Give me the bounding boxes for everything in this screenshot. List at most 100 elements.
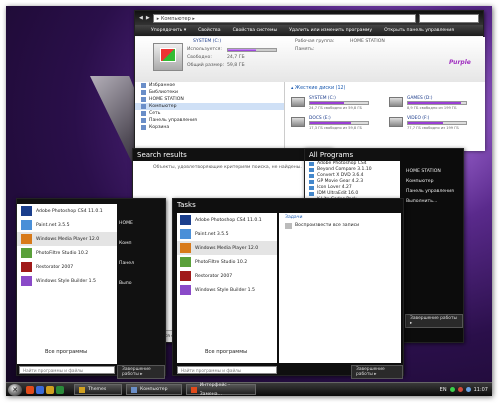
list-item[interactable]: Adobe Photoshop CS4 11.0.1 [177,213,277,227]
play-all-task[interactable]: Воспроизвести все записи [285,223,395,229]
organize-button[interactable]: Упорядочить ▾ [151,28,186,33]
photoshop-icon [180,215,191,225]
paint-icon [21,220,32,230]
ie-icon[interactable] [36,385,44,394]
photoshop-icon [21,206,32,216]
network-icon[interactable] [449,387,455,392]
link-control-panel[interactable]: Панель управления [400,187,465,197]
usage-bar [227,48,277,52]
style-builder-icon [21,276,32,286]
start-right-computer[interactable]: Комп [119,241,132,246]
back-icon[interactable]: ◀ [139,15,143,21]
drive-free: 17,3 ГБ свободно из 59,8 ГБ [309,126,363,130]
list-item[interactable]: Adobe Photoshop CS4 11.0.1 [17,204,117,218]
volume-icon[interactable] [465,387,471,392]
all-programs-link[interactable]: Все программы [45,349,87,355]
taskbar-button-computer[interactable]: Компьютер [126,384,182,395]
tasks-window: Tasks Adobe Photoshop CS4 11.0.1 Paint.n… [172,198,404,379]
start-menu: Adobe Photoshop CS4 11.0.1 Paint.net 3.5… [16,198,166,379]
drive-item[interactable]: VIDEO (F:) 77,7 ГБ свободно из 199 ГБ [389,116,475,130]
workgroup-value: HOME STATION [350,39,385,44]
link-home-station[interactable]: HOME STATION [400,167,465,177]
nav-item-recycle-bin[interactable]: Корзина [135,124,284,131]
style-builder-icon [180,285,191,295]
drive-icon [389,117,403,127]
drive-item[interactable]: GAMES (D:) 8,9 ГБ свободно из 199 ГБ [389,96,475,110]
link-computer[interactable]: Компьютер [400,177,465,187]
drive-bar [407,121,467,125]
taskbar-button-browser[interactable]: Интерфейс - Заменa... [186,383,256,397]
nav-item-homegroup[interactable]: HOME STATION [135,96,284,103]
list-item[interactable]: Paint.net 3.5.5 [17,218,117,232]
properties-button[interactable]: Свойства [198,28,220,33]
search-input[interactable] [419,13,479,23]
drive-free: 24,7 ГБ свободно из 59,8 ГБ [309,106,363,110]
uninstall-button[interactable]: Удалить или изменить программу [289,28,372,33]
explorer-window: ◀ ▶ ▸ Компьютер ▸ Упорядочить ▾ Свойства… [134,10,485,151]
folder-icon[interactable] [46,385,54,394]
control-panel-button[interactable]: Открыть панель управления [384,28,454,33]
nav-item-favorites[interactable]: Избранное [135,82,284,89]
system-properties-button[interactable]: Свойства системы [233,28,278,33]
firefox-icon[interactable] [26,385,34,394]
taskbar: ✕ Themes Компьютер Интерфейс - Заменa...… [6,382,492,397]
start-right-run[interactable]: Выпо [119,281,132,286]
address-field[interactable]: ▸ Компьютер ▸ [152,13,416,23]
list-item[interactable]: Restorator 2007 [177,269,277,283]
address-bar: ◀ ▶ ▸ Компьютер ▸ [135,11,483,25]
start-right-panel[interactable]: Панел [119,261,134,266]
memory-label: Память: [295,47,315,52]
clock[interactable]: 11:07 [474,387,488,393]
language-indicator[interactable]: EN [440,387,447,393]
tasks-title: Tasks [177,201,196,209]
drive-item[interactable]: SYSTEM (C:) 24,7 ГБ свободно из 59,8 ГБ [291,96,377,110]
drive-bar [309,121,369,125]
shutdown-button[interactable]: Завершение работы ▸ [405,314,463,328]
nav-item-control-panel[interactable]: Панель управления [135,117,284,124]
start-programs-pane: Adobe Photoshop CS4 11.0.1 Paint.net 3.5… [17,204,117,364]
details-pane: SYSTEM (C:) Используется: Свободно: 24,7… [135,37,485,82]
nav-item-libraries[interactable]: Библиотеки [135,89,284,96]
list-item[interactable]: PhotoFiltre Studio 10.2 [17,246,117,260]
free-label: Свободно: [187,55,212,60]
list-item[interactable]: PhotoFiltre Studio 10.2 [177,255,277,269]
total-value: 59,8 ГБ [227,63,245,68]
nav-item-network[interactable]: Сеть [135,110,284,117]
all-programs-title: All Programs [305,149,400,161]
link-run[interactable]: Выполнить... [400,197,465,207]
group-header[interactable]: ▴ Жесткие диски (12) [291,86,479,91]
list-item[interactable]: Windows Media Player 12.0 [177,241,277,255]
list-item[interactable]: Windows Style Builder 1.5 [177,283,277,297]
drive-free: 8,9 ГБ свободно из 199 ГБ [407,106,457,110]
list-item[interactable]: Windows Style Builder 1.5 [17,274,117,288]
start-right-home[interactable]: HOME [119,221,133,226]
all-programs-link[interactable]: Все программы [205,349,247,355]
taskbar-button-themes[interactable]: Themes [74,384,122,395]
shutdown-button[interactable]: Завершение работы ▸ [117,365,165,379]
shutdown-button[interactable]: Завершение работы ▸ [351,365,403,379]
list-item[interactable]: Windows Media Player 12.0 [17,232,117,246]
navigation-pane: Избранное Библиотеки HOME STATION Компью… [135,82,285,151]
used-label: Используется: [187,47,222,52]
brand-logo: Purple [449,59,471,66]
drive-bar [407,101,467,105]
drive-item[interactable]: DOCS (E:) 17,3 ГБ свободно из 59,8 ГБ [291,116,377,130]
photofiltre-icon [180,257,191,267]
security-icon[interactable] [457,387,463,392]
start-orb-icon[interactable]: ✕ [8,383,22,396]
start-search-input[interactable]: Найти программы и файлы [19,366,115,374]
desktop: _ □ × ◀ ▶ ▸ Компьютер ▸ Упорядочить ▾ Св… [6,6,492,396]
forward-icon[interactable]: ▶ [146,15,150,21]
nav-item-computer[interactable]: Компьютер [135,103,284,110]
tasks-search-input[interactable]: Найти программы и файлы [177,366,277,374]
list-item[interactable]: Paint.net 3.5.5 [177,227,277,241]
drive-list: ▴ Жесткие диски (12) SYSTEM (C:) 24,7 ГБ… [285,82,485,151]
drive-free: 77,7 ГБ свободно из 199 ГБ [407,126,459,130]
list-item[interactable]: Restorator 2007 [17,260,117,274]
drive-icon [291,97,305,107]
media-player-icon [180,243,191,253]
media-icon[interactable] [56,385,64,394]
free-value: 24,7 ГБ [227,55,245,60]
paint-icon [180,229,191,239]
tasks-header: Задачи [285,215,303,220]
